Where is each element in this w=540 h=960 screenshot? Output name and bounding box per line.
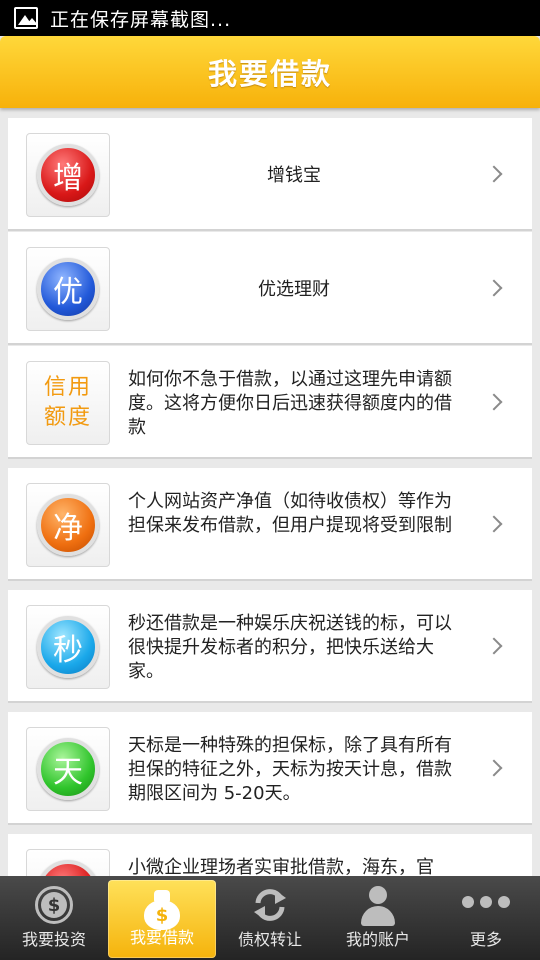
- chevron-right-icon: [485, 515, 503, 532]
- list-item-instant-repay[interactable]: 秒 秒还借款是一种娱乐庆祝送钱的标，可以很快提升发标者的积分，把快乐送给大家。: [8, 590, 532, 703]
- zeng-badge-icon: 增: [37, 144, 99, 206]
- product-icon-box: 净: [26, 483, 110, 567]
- account-icon: [361, 886, 395, 926]
- list-item-credit-limit[interactable]: 信用额度 如何你不急于借款，以通过这理先申请额度。这将方便你日后迅速获得额度内的…: [8, 346, 532, 459]
- status-bar: 正在保存屏幕截图...: [0, 0, 540, 36]
- list-item-net-value[interactable]: 净 个人网站资产净值（如待收债权）等作为担保来发布借款，但用户提现将受到限制: [8, 468, 532, 581]
- bottom-tab-bar: $ 我要投资 $ 我要借款 债权转让 我的账户 更多: [0, 876, 540, 960]
- product-icon-box: 信用额度: [26, 361, 110, 445]
- coin-icon: $: [35, 886, 73, 924]
- jing-badge-icon: 净: [37, 494, 99, 556]
- status-text: 正在保存屏幕截图...: [50, 8, 232, 31]
- chevron-right-icon: [485, 165, 503, 182]
- tian-badge-icon: 天: [37, 738, 99, 800]
- list-item-title: 增钱宝: [267, 164, 321, 186]
- product-icon-box: 优: [26, 247, 110, 331]
- tab-invest[interactable]: $ 我要投资: [0, 876, 108, 960]
- tab-label: 债权转让: [237, 930, 302, 949]
- screenshot-image-icon: [14, 7, 38, 29]
- chevron-right-icon: [485, 393, 503, 410]
- list-item-youxuan[interactable]: 优 优选理财: [8, 232, 532, 345]
- chevron-right-icon: [485, 279, 503, 296]
- loan-product-list[interactable]: 增 增钱宝 优 优选理财 信用额度 如何你不急于借款，以通过这理先申请额度。这将…: [8, 118, 532, 878]
- list-item-partial[interactable]: 小微企业理场者实审批借款，海东，官: [8, 834, 532, 878]
- product-icon-box: [26, 849, 110, 878]
- transfer-icon: [254, 889, 286, 921]
- tab-label: 我要投资: [21, 930, 86, 949]
- tab-transfer[interactable]: 债权转让: [216, 876, 324, 960]
- credit-limit-label: 信用额度: [43, 375, 92, 430]
- tab-borrow[interactable]: $ 我要借款: [108, 880, 216, 958]
- tab-label: 更多: [469, 930, 502, 949]
- header: 我要借款: [0, 36, 540, 108]
- chevron-right-icon: [485, 759, 503, 776]
- chevron-right-icon: [485, 637, 503, 654]
- page-title: 我要借款: [207, 57, 332, 91]
- list-item-description: 个人网站资产净值（如待收债权）等作为担保来发布借款，但用户提现将受到限制: [128, 491, 452, 536]
- more-icon: [462, 896, 510, 908]
- list-item-title: 优选理财: [258, 278, 330, 300]
- product-icon-box: 天: [26, 727, 110, 811]
- tab-more[interactable]: 更多: [432, 876, 540, 960]
- you-badge-icon: 优: [37, 258, 99, 320]
- product-icon-box: 秒: [26, 605, 110, 689]
- list-item-description: 天标是一种特殊的担保标，除了具有所有担保的特征之外，天标为按天计息，借款期限区间…: [128, 735, 452, 804]
- money-bag-icon: $: [144, 890, 180, 930]
- list-item-description: 秒还借款是一种娱乐庆祝送钱的标，可以很快提升发标者的积分，把快乐送给大家。: [128, 613, 452, 682]
- list-item-zengqianbao[interactable]: 增 增钱宝: [8, 118, 532, 231]
- product-icon-box: 增: [26, 133, 110, 217]
- tab-account[interactable]: 我的账户: [324, 876, 432, 960]
- tab-label: 我的账户: [345, 930, 410, 949]
- list-item-day-loan[interactable]: 天 天标是一种特殊的担保标，除了具有所有担保的特征之外，天标为按天计息，借款期限…: [8, 712, 532, 825]
- list-item-description: 如何你不急于借款，以通过这理先申请额度。这将方便你日后迅速获得额度内的借款: [128, 369, 452, 438]
- list-item-description: 小微企业理场者实审批借款，海东，官: [128, 857, 434, 878]
- miao-badge-icon: 秒: [37, 616, 99, 678]
